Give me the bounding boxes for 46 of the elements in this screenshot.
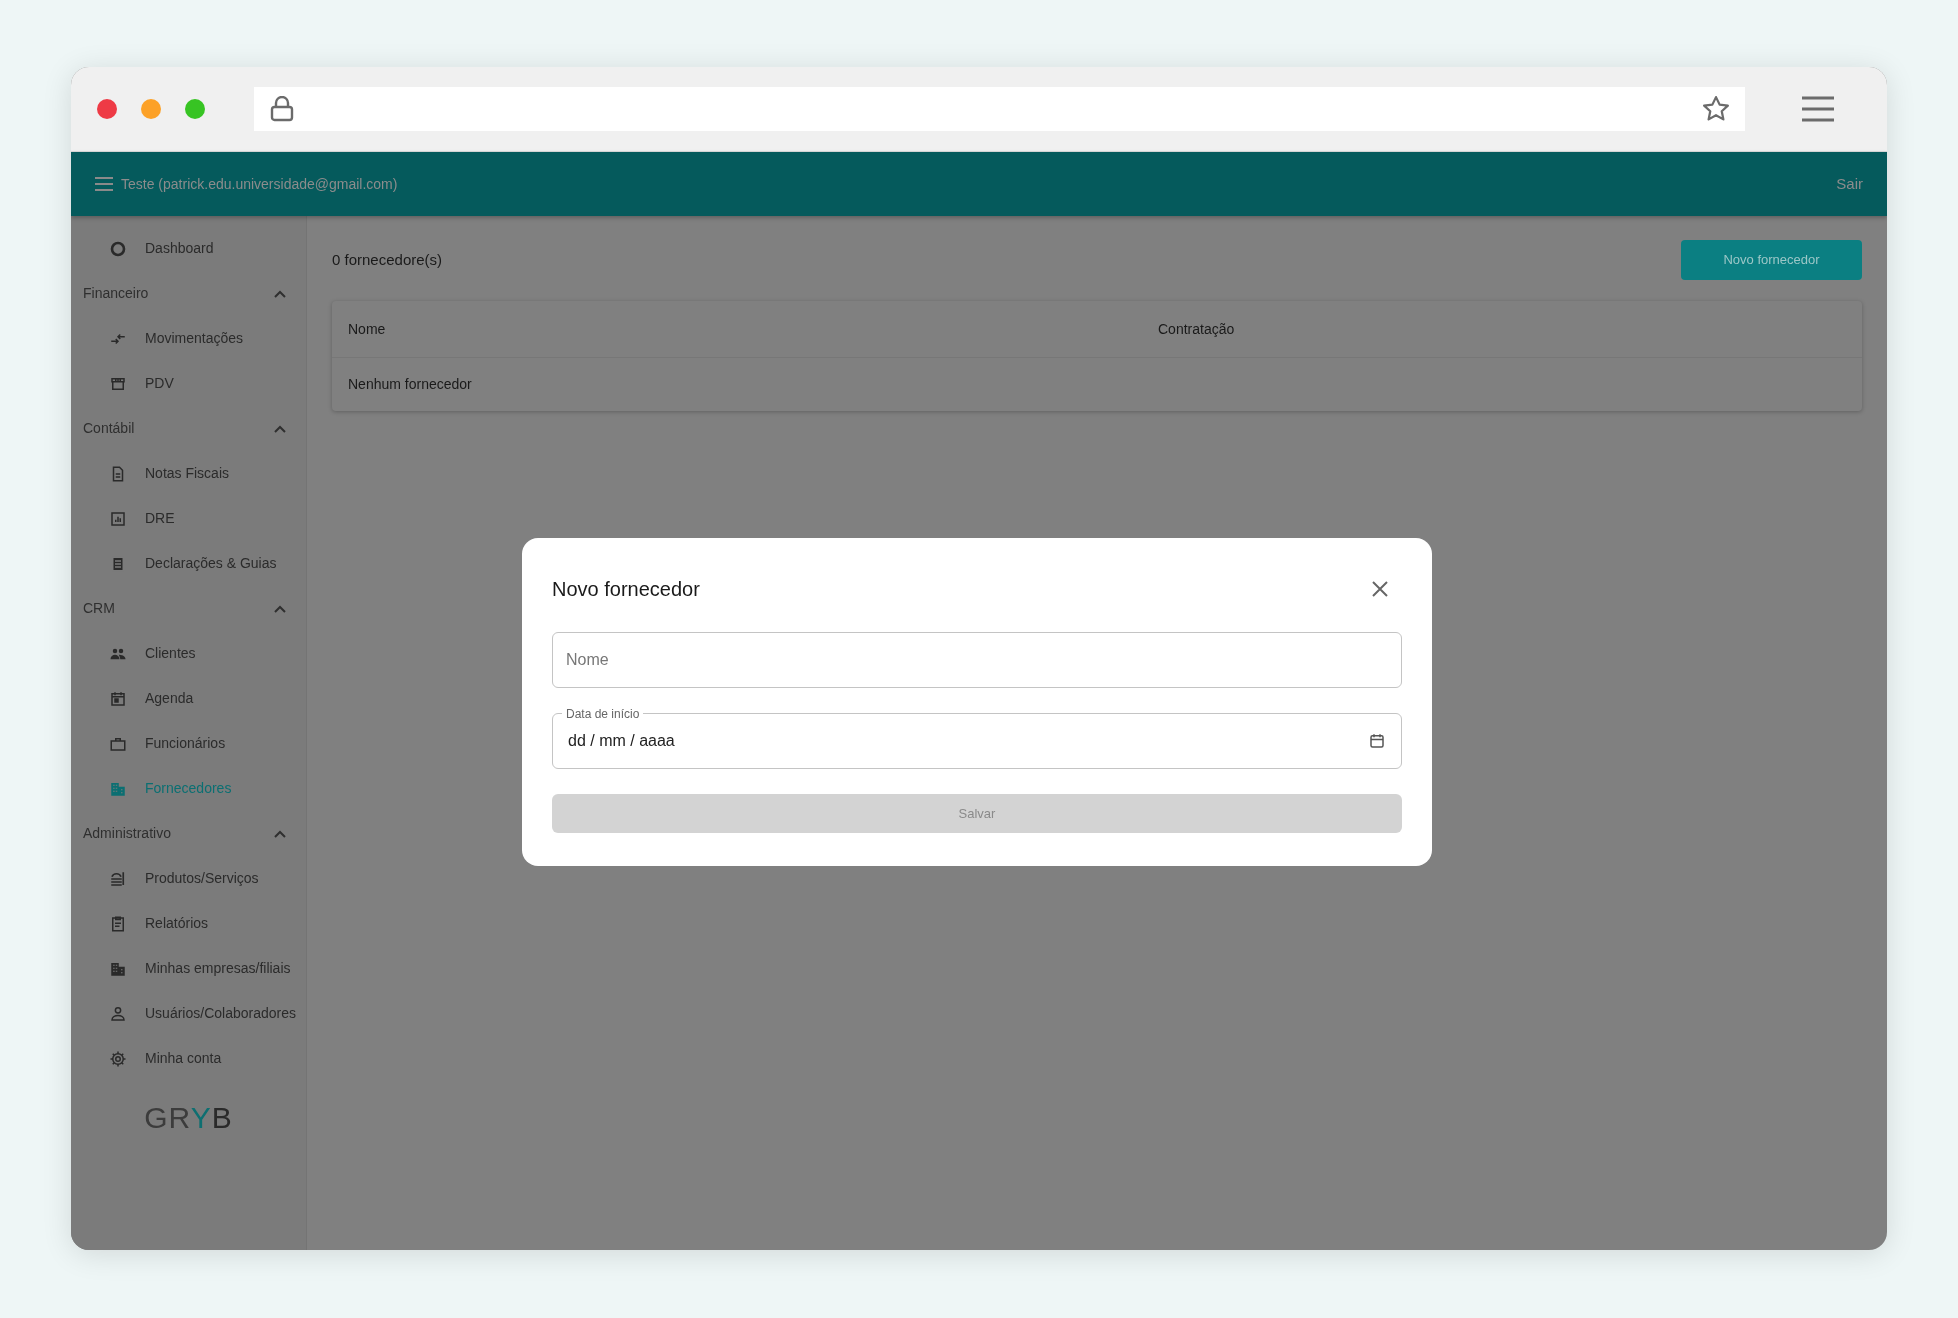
lock-icon (270, 96, 294, 122)
sidebar-group-header[interactable]: Administrativo (71, 811, 306, 856)
menu-icon[interactable] (95, 177, 113, 191)
chevron-icon (274, 289, 286, 298)
sidebar-item[interactable]: Clientes (71, 631, 306, 676)
sidebar-item[interactable]: Produtos/Serviços (71, 856, 306, 901)
sidebar-item[interactable]: DRE (71, 496, 306, 541)
calendar-icon[interactable] (1368, 732, 1386, 750)
clipboard-icon (109, 914, 127, 933)
sidebar-item[interactable]: Movimentações (71, 316, 306, 361)
name-field[interactable]: Nome (552, 632, 1402, 688)
date-value: dd / mm / aaaa (568, 731, 675, 751)
sidebar-item[interactable]: Declarações & Guias (71, 541, 306, 586)
supplier-count: 0 fornecedore(s) (332, 249, 443, 270)
empty-message: Nenhum fornecedor (348, 375, 472, 394)
sidebar-item[interactable]: Funcionários (71, 721, 306, 766)
column-header: Nome (347, 319, 387, 339)
sidebar-group-header[interactable]: CRM (71, 586, 306, 631)
dialog-title: Novo fornecedor (552, 577, 700, 602)
chevron-icon (274, 424, 286, 433)
close-icon[interactable] (1372, 581, 1388, 597)
logout-link[interactable]: Sair (1836, 172, 1863, 196)
new-supplier-button[interactable]: Novo fornecedor (1681, 240, 1862, 280)
calendar-icon (109, 689, 127, 708)
chevron-icon (274, 829, 286, 838)
sidebar-item[interactable]: Agenda (71, 676, 306, 721)
gear-icon (109, 1049, 127, 1068)
sidebar-item[interactable]: PDV (71, 361, 306, 406)
column-header: Contratação (1157, 319, 1236, 339)
sidebar-item[interactable]: Relatórios (71, 901, 306, 946)
sidebar-group-header[interactable]: Financeiro (71, 271, 306, 316)
ring-icon (109, 239, 127, 258)
person-icon (109, 1004, 127, 1023)
sidebar-item[interactable]: Dashboard (71, 226, 306, 271)
sidebar-item[interactable]: Minhas empresas/filiais (71, 946, 306, 991)
user-label: Teste (patrick.edu.universidade@gmail.com) (121, 174, 398, 194)
sidebar-group-header[interactable]: Contábil (71, 406, 306, 451)
sidebar-item[interactable]: Notas Fiscais (71, 451, 306, 496)
menu-icon[interactable] (1801, 96, 1835, 122)
hamburger-food-icon (109, 869, 127, 888)
logo: GRYB (144, 1100, 233, 1136)
sidebar-item[interactable]: Minha conta (71, 1036, 306, 1081)
chevron-icon (274, 604, 286, 613)
sidebar-item[interactable]: Usuários/Colaboradores (71, 991, 306, 1036)
star-icon[interactable] (1701, 94, 1731, 124)
bar-chart-icon (109, 509, 127, 528)
